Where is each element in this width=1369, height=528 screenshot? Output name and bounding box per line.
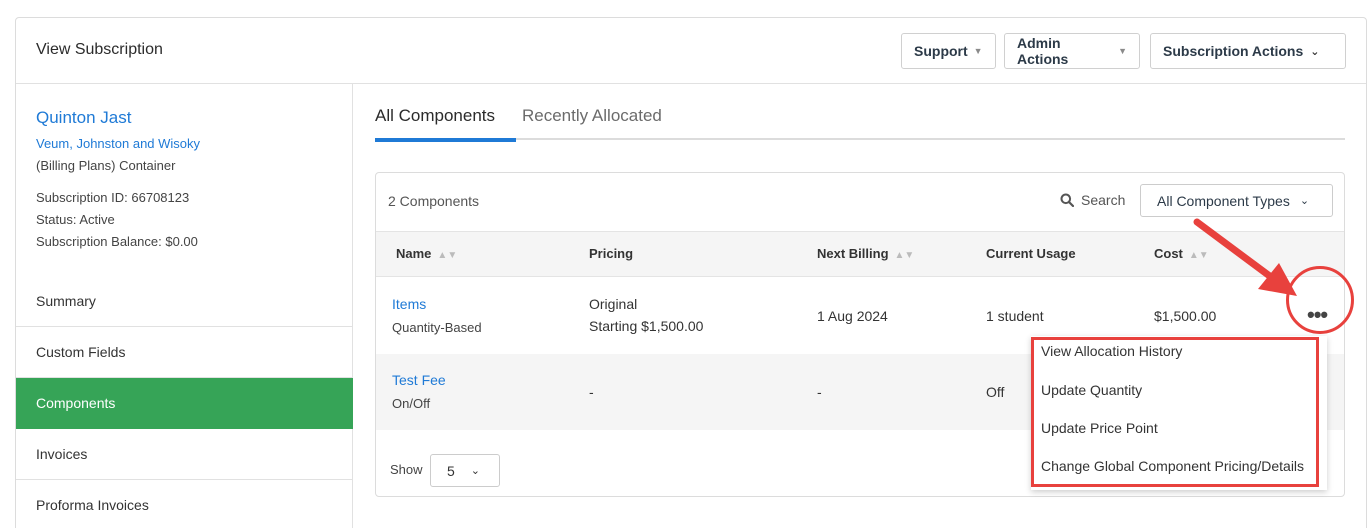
current-usage: 1 student [986,308,1044,324]
pricing-line-1: Original [589,296,638,312]
tab-bar: All Components Recently Allocated [375,106,1345,142]
component-type-filter[interactable]: All Component Types ⌄ [1140,184,1333,217]
column-header-cost[interactable]: Cost ▲▼ [1154,246,1209,261]
customer-name-link[interactable]: Quinton Jast [36,108,131,128]
column-header-current-usage: Current Usage [986,246,1076,261]
next-billing: 1 Aug 2024 [817,308,888,324]
sidebar-item-label: Custom Fields [36,344,126,360]
column-label: Cost [1154,246,1183,261]
sort-icon: ▲▼ [894,250,915,261]
menu-item-view-allocation-history[interactable]: View Allocation History [1041,343,1182,359]
sort-icon: ▲▼ [437,250,458,261]
column-header-name[interactable]: Name ▲▼ [396,246,457,261]
sidebar-item-custom-fields[interactable]: Custom Fields [16,327,353,378]
sidebar: Quinton Jast Veum, Johnston and Wisoky (… [16,84,353,528]
current-usage: Off [986,384,1005,400]
chevron-down-icon: ⌄ [1310,45,1320,58]
admin-actions-label: Admin Actions [1017,35,1069,67]
chevron-down-icon: ⌄ [470,465,481,477]
search-button[interactable]: Search [1060,192,1125,208]
menu-item-change-global-pricing[interactable]: Change Global Component Pricing/Details [1041,458,1304,474]
sidebar-item-label: Proforma Invoices [36,497,149,513]
chevron-down-icon: ⌄ [1299,195,1310,207]
next-billing: - [817,384,822,400]
subscription-id: Subscription ID: 66708123 [36,190,190,205]
sidebar-item-label: Components [36,395,116,411]
subscription-balance: Subscription Balance: $0.00 [36,234,198,249]
caret-down-icon: ▼ [1118,46,1127,56]
highlight-circle [1286,266,1354,334]
search-label: Search [1081,192,1126,208]
sidebar-item-components[interactable]: Components [16,378,353,429]
component-name-link[interactable]: Test Fee [392,372,446,388]
top-bar: View Subscription Support ▼ Admin Action… [16,18,1366,84]
cost: $1,500.00 [1154,308,1217,324]
organization-link[interactable]: Veum, Johnston and Wisoky [36,136,200,151]
subscription-actions-label: Subscription Actions [1163,43,1304,59]
column-label: Name [396,246,432,261]
sort-icon: ▲▼ [1188,250,1209,261]
menu-item-update-quantity[interactable]: Update Quantity [1041,382,1142,398]
filter-label: All Component Types [1157,192,1290,209]
support-button[interactable]: Support ▼ [901,33,996,69]
column-header-pricing: Pricing [589,246,634,261]
caret-down-icon: ▼ [973,46,983,56]
component-type: On/Off [392,396,431,411]
support-button-label: Support [914,43,968,59]
row-actions-menu: View Allocation History Update Quantity … [1031,336,1327,490]
page-size-select[interactable]: 5 ⌄ [430,454,500,487]
component-count: 2 Components [388,193,480,209]
sidebar-item-summary[interactable]: Summary [16,276,353,327]
tab-all-components[interactable]: All Components [375,106,516,142]
show-label: Show [390,462,423,477]
table-header: Name ▲▼ Pricing Next Billing ▲▼ Current Us… [376,231,1344,277]
column-label: Next Billing [817,246,889,261]
search-icon [1060,193,1074,207]
menu-item-update-price-point[interactable]: Update Price Point [1041,420,1158,436]
sidebar-item-label: Summary [36,293,96,309]
component-type: Quantity-Based [392,320,482,335]
plan-name: (Billing Plans) Container [36,158,176,173]
sidebar-item-invoices[interactable]: Invoices [16,429,353,480]
tab-recently-allocated[interactable]: Recently Allocated [522,106,662,136]
component-name-link[interactable]: Items [392,296,426,312]
column-header-next-billing[interactable]: Next Billing ▲▼ [817,246,914,261]
pricing-line-1: - [589,384,594,400]
sidebar-nav: Summary Custom Fields Components Invoice… [16,276,353,528]
admin-actions-button[interactable]: Admin Actions ▼ [1004,33,1140,69]
subscription-status: Status: Active [36,212,115,227]
page-title: View Subscription [36,41,163,58]
page-size-value: 5 [447,462,455,479]
sidebar-item-label: Invoices [36,446,88,462]
pricing-line-2: Starting $1,500.00 [589,318,704,334]
subscription-actions-button[interactable]: Subscription Actions ⌄ [1150,33,1346,69]
sidebar-item-proforma-invoices[interactable]: Proforma Invoices [16,480,353,528]
